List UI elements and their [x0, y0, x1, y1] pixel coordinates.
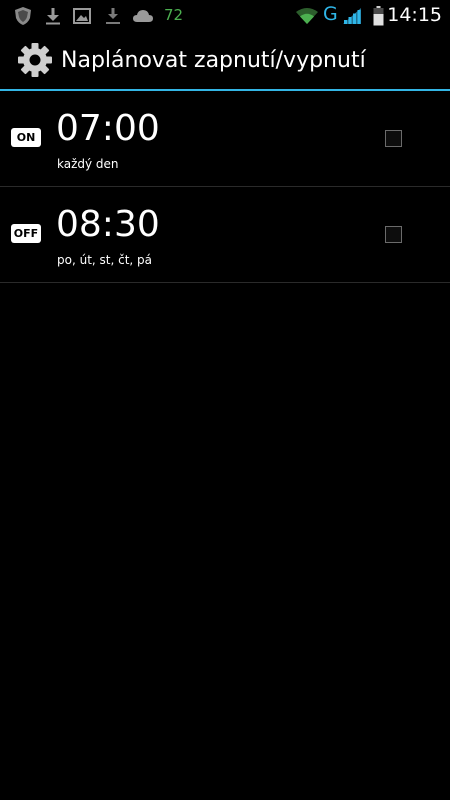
schedule-time: 08:30: [56, 204, 160, 245]
on-badge: ON: [11, 128, 41, 147]
shield-app-icon: [12, 5, 34, 27]
clock-time: 14:15: [387, 4, 442, 26]
image-icon: [72, 5, 92, 27]
enable-checkbox[interactable]: [385, 226, 402, 243]
download-icon: [44, 5, 62, 27]
gear-icon[interactable]: [16, 41, 54, 79]
battery-icon: [371, 5, 385, 27]
off-badge: OFF: [11, 224, 41, 243]
schedule-days: po, út, st, čt, pá: [57, 253, 153, 267]
schedule-time: 07:00: [56, 108, 160, 149]
schedule-row-on[interactable]: ON 07:00 každý den: [0, 91, 450, 187]
page-title: Naplánovat zapnutí/vypnutí: [61, 48, 366, 73]
enable-checkbox[interactable]: [385, 130, 402, 147]
schedule-row-off[interactable]: OFF 08:30 po, út, st, čt, pá: [0, 187, 450, 283]
signal-icon: [341, 5, 363, 27]
network-type-label: G: [323, 3, 338, 25]
status-bar: 72 G 14:15: [0, 0, 450, 32]
cloud-icon: [131, 5, 155, 27]
row-divider: [0, 282, 450, 283]
download-complete-icon: [104, 5, 122, 27]
wifi-icon: [294, 5, 320, 27]
schedule-days: každý den: [57, 157, 119, 171]
notification-count: 72: [164, 6, 184, 24]
